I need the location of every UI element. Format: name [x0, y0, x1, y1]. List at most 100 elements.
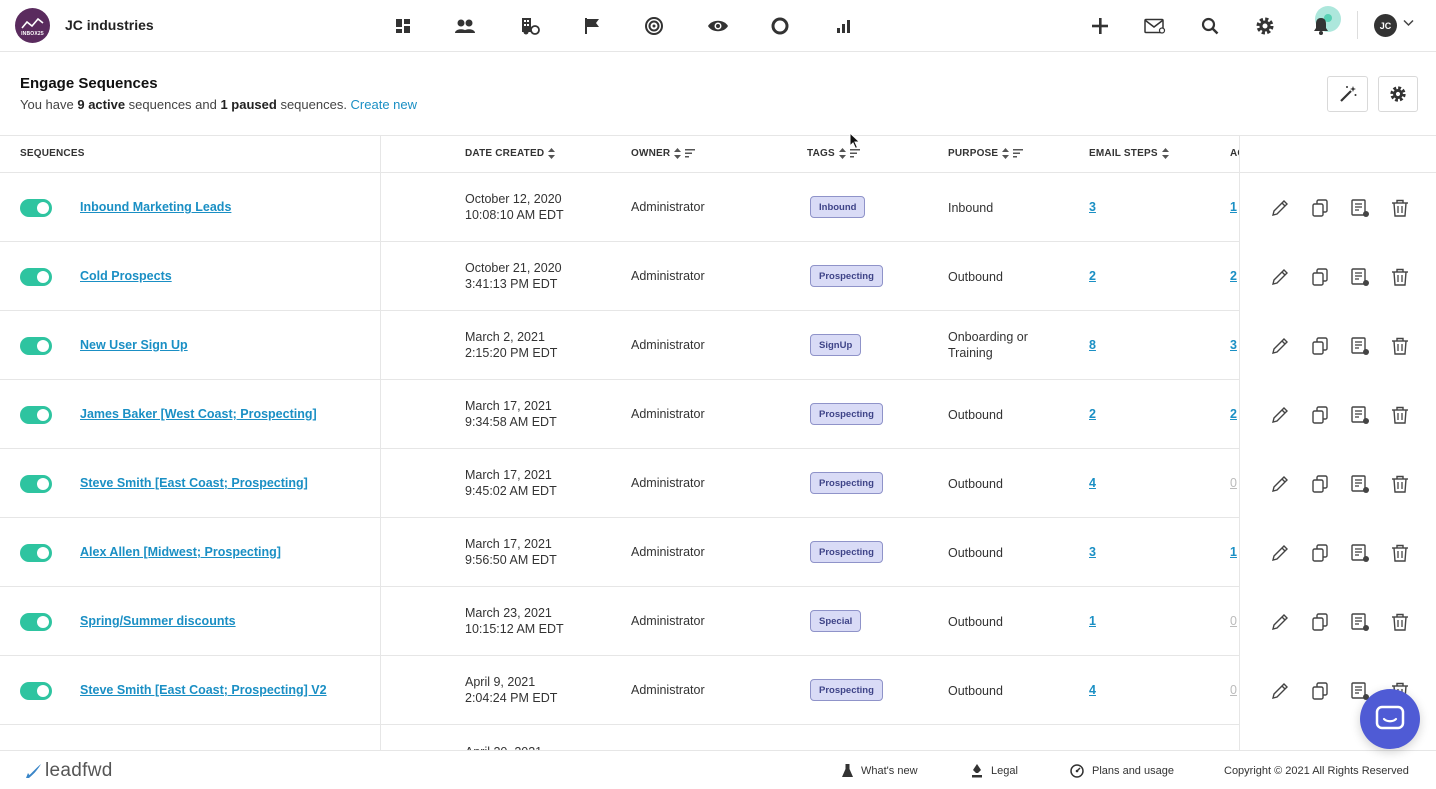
activity-log-icon[interactable]	[1348, 403, 1372, 427]
trash-icon[interactable]	[1388, 403, 1412, 427]
circle-icon[interactable]	[768, 14, 792, 38]
tag-badge[interactable]: Special	[810, 610, 862, 632]
edit-icon[interactable]	[1268, 334, 1292, 358]
mail-icon[interactable]	[1143, 14, 1167, 38]
edit-icon[interactable]	[1268, 403, 1292, 427]
tag-badge[interactable]: Prospecting	[810, 679, 883, 701]
filter-icon[interactable]	[849, 149, 860, 158]
copy-icon[interactable]	[1308, 196, 1332, 220]
email-steps-link[interactable]: 2	[1089, 407, 1096, 421]
tag-badge[interactable]: Prospecting	[810, 541, 883, 563]
user-avatar[interactable]: JC	[1374, 14, 1397, 37]
active-count-link[interactable]: 2	[1230, 269, 1237, 283]
copy-icon[interactable]	[1308, 403, 1332, 427]
edit-icon[interactable]	[1268, 610, 1292, 634]
activity-log-icon[interactable]	[1348, 610, 1372, 634]
email-steps-link[interactable]: 4	[1089, 476, 1096, 490]
activity-log-icon[interactable]	[1348, 334, 1372, 358]
copy-icon[interactable]	[1308, 472, 1332, 496]
copy-icon[interactable]	[1308, 265, 1332, 289]
edit-icon[interactable]	[1268, 265, 1292, 289]
brand-logo[interactable]: INBOX25	[15, 8, 50, 43]
edit-icon[interactable]	[1268, 196, 1292, 220]
active-count-link[interactable]: 2	[1230, 407, 1237, 421]
email-steps-link[interactable]: 8	[1089, 338, 1096, 352]
email-steps-link[interactable]: 2	[1089, 269, 1096, 283]
copy-icon[interactable]	[1308, 334, 1332, 358]
active-count-link[interactable]: 0	[1230, 476, 1237, 490]
company-name[interactable]: JC industries	[65, 17, 154, 33]
col-purpose[interactable]: PURPOSE	[948, 148, 1024, 159]
sequence-name-link[interactable]: Alex Allen [Midwest; Prospecting]	[80, 545, 281, 559]
active-toggle[interactable]	[20, 613, 52, 631]
dashboard-icon[interactable]	[391, 14, 415, 38]
col-owner[interactable]: OWNER	[631, 148, 696, 159]
trash-icon[interactable]	[1388, 610, 1412, 634]
sequence-name-link[interactable]: Cold Prospects	[80, 269, 172, 283]
sequence-name-link[interactable]: Spring/Summer discounts	[80, 614, 236, 628]
copy-icon[interactable]	[1308, 610, 1332, 634]
target-icon[interactable]	[642, 14, 666, 38]
gear-icon[interactable]	[1253, 14, 1277, 38]
chevron-down-icon[interactable]	[1403, 19, 1414, 27]
active-toggle[interactable]	[20, 337, 52, 355]
copy-icon[interactable]	[1308, 541, 1332, 565]
email-steps-link[interactable]: 1	[1089, 614, 1096, 628]
trash-icon[interactable]	[1388, 334, 1412, 358]
col-sequences[interactable]: SEQUENCES	[20, 148, 85, 159]
active-count-link[interactable]: 1	[1230, 200, 1237, 214]
sequence-name-link[interactable]: James Baker [West Coast; Prospecting]	[80, 407, 317, 421]
edit-icon[interactable]	[1268, 679, 1292, 703]
email-steps-link[interactable]: 4	[1089, 683, 1096, 697]
sequence-name-link[interactable]: New User Sign Up	[80, 338, 188, 352]
sequence-name-link[interactable]: Steve Smith [East Coast; Prospecting] V2	[80, 683, 327, 697]
trash-icon[interactable]	[1388, 265, 1412, 289]
filter-icon[interactable]	[685, 149, 696, 158]
tag-badge[interactable]: Prospecting	[810, 472, 883, 494]
trash-icon[interactable]	[1388, 541, 1412, 565]
active-count-link[interactable]: 1	[1230, 545, 1237, 559]
sequence-name-link[interactable]: Inbound Marketing Leads	[80, 200, 231, 214]
activity-log-icon[interactable]	[1348, 541, 1372, 565]
email-steps-link[interactable]: 3	[1089, 545, 1096, 559]
active-count-link[interactable]: 3	[1230, 338, 1237, 352]
col-active[interactable]: AC	[1230, 148, 1239, 159]
edit-icon[interactable]	[1268, 472, 1292, 496]
email-steps-link[interactable]: 3	[1089, 200, 1096, 214]
whats-new-link[interactable]: What's new	[842, 764, 918, 778]
tag-badge[interactable]: Prospecting	[810, 403, 883, 425]
active-count-link[interactable]: 0	[1230, 683, 1237, 697]
active-toggle[interactable]	[20, 406, 52, 424]
eye-icon[interactable]	[706, 14, 730, 38]
legal-link[interactable]: Legal	[971, 764, 1018, 778]
contacts-icon[interactable]	[453, 14, 477, 38]
plans-usage-link[interactable]: Plans and usage	[1070, 764, 1174, 778]
active-toggle[interactable]	[20, 682, 52, 700]
sequence-name-link[interactable]: Steve Smith [East Coast; Prospecting]	[80, 476, 308, 490]
active-toggle[interactable]	[20, 544, 52, 562]
companies-icon[interactable]	[518, 14, 542, 38]
tag-badge[interactable]: Prospecting	[810, 265, 883, 287]
footer-logo[interactable]: leadfwd	[25, 760, 113, 782]
magic-wand-button[interactable]	[1327, 76, 1368, 112]
active-toggle[interactable]	[20, 475, 52, 493]
copy-icon[interactable]	[1308, 679, 1332, 703]
reports-icon[interactable]	[831, 14, 855, 38]
trash-icon[interactable]	[1388, 472, 1412, 496]
col-email-steps[interactable]: EMAIL STEPS	[1089, 148, 1169, 159]
create-new-link[interactable]: Create new	[351, 97, 417, 112]
edit-icon[interactable]	[1268, 541, 1292, 565]
tag-badge[interactable]: SignUp	[810, 334, 862, 356]
settings-button[interactable]	[1378, 76, 1418, 112]
activity-log-icon[interactable]	[1348, 196, 1372, 220]
active-toggle[interactable]	[20, 199, 52, 217]
filter-icon[interactable]	[1013, 149, 1024, 158]
activity-log-icon[interactable]	[1348, 472, 1372, 496]
bell-icon[interactable]	[1309, 14, 1333, 38]
chat-launcher-button[interactable]	[1360, 689, 1420, 749]
col-date-created[interactable]: DATE CREATED	[465, 148, 556, 159]
add-icon[interactable]	[1088, 14, 1112, 38]
active-count-link[interactable]: 0	[1230, 614, 1237, 628]
trash-icon[interactable]	[1388, 196, 1412, 220]
active-toggle[interactable]	[20, 268, 52, 286]
